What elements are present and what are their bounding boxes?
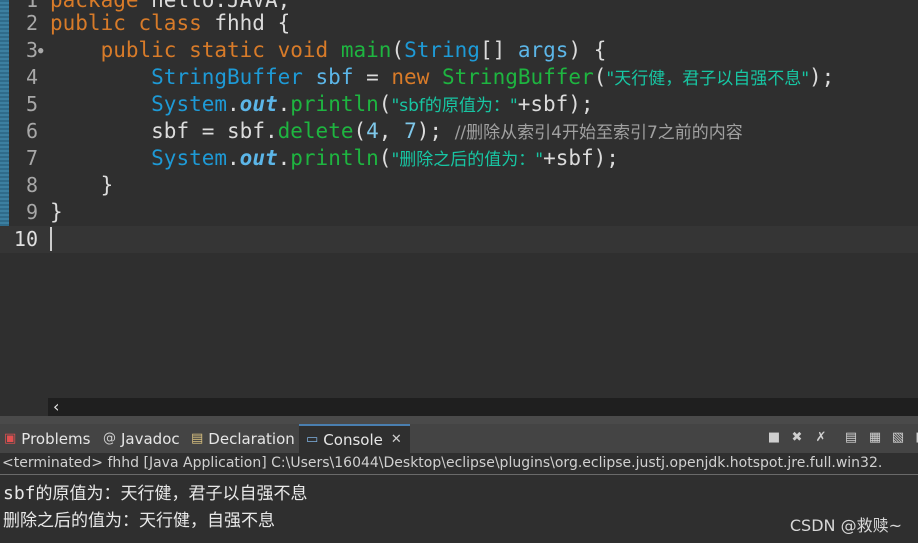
code-text: fhhd {: [201, 11, 291, 35]
tab-declaration[interactable]: ▤ Declaration: [191, 424, 295, 453]
class-name: String: [404, 38, 480, 62]
close-icon[interactable]: ✕: [391, 432, 402, 447]
code-line-2[interactable]: 2 public class fhhd {: [0, 10, 918, 37]
problems-icon: ▣: [4, 431, 17, 446]
line-number: 10: [13, 227, 38, 251]
string-literal: "sbf的原值为：": [391, 96, 518, 116]
code-text: =: [353, 65, 392, 89]
tab-label: Javadoc: [121, 429, 180, 448]
method-name: main: [340, 38, 392, 62]
keyword: void: [277, 38, 329, 62]
code-line-5[interactable]: 5 System.out.println("sbf的原值为："+sbf);: [0, 91, 918, 118]
tab-javadoc[interactable]: @ Javadoc: [103, 424, 180, 453]
console-output[interactable]: <terminated> fhhd [Java Application] C:\…: [0, 453, 918, 543]
number-literal: 7: [404, 119, 417, 143]
text-cursor: [50, 227, 52, 251]
code-line-7[interactable]: 7 System.out.println("删除之后的值为："+sbf);: [0, 145, 918, 172]
code-text: }: [100, 173, 114, 197]
static-field: out: [239, 146, 278, 170]
code-text: +sbf);: [543, 146, 619, 170]
console-icon: ▭: [306, 432, 319, 447]
remove-all-icon[interactable]: ✗: [812, 429, 830, 447]
code-text: =: [189, 119, 228, 143]
code-text: ) {: [568, 38, 607, 62]
line-number: 7: [25, 146, 38, 170]
output-line-2: 删除之后的值为：天行健，自强不息: [3, 511, 275, 531]
tab-label: Problems: [21, 429, 91, 448]
code-comment: //删除从索引4开始至索引7之前的内容: [454, 123, 743, 143]
variable: sbf: [227, 119, 265, 143]
declaration-icon: ▤: [191, 431, 204, 446]
tab-console[interactable]: ▭ Console ✕: [299, 424, 410, 453]
string-literal: "删除之后的值为：": [391, 150, 544, 170]
horizontal-scrollbar[interactable]: ‹: [48, 398, 918, 416]
keyword: public: [50, 11, 126, 35]
method-name: println: [290, 92, 379, 116]
code-line-10[interactable]: 10: [0, 226, 918, 253]
clear-console-icon[interactable]: ▤: [842, 429, 860, 447]
code-text: }: [50, 200, 63, 224]
code-text: );: [809, 65, 835, 89]
number-literal: 4: [366, 119, 379, 143]
keyword: class: [138, 11, 202, 35]
output-line-1: sbf的原值为：天行健，君子以自强不息: [3, 479, 308, 504]
variable: args: [517, 38, 569, 62]
method-name: delete: [277, 119, 354, 143]
keyword: public: [100, 38, 177, 62]
line-number: 8: [25, 173, 38, 197]
keyword: static: [189, 38, 265, 62]
scroll-left-arrow-icon[interactable]: ‹: [53, 398, 59, 416]
code-line-9[interactable]: 9 }: [0, 199, 918, 226]
output-text: 的原值为：天行健，君子以自强不息: [35, 484, 308, 504]
code-line-6[interactable]: 6 sbf = sbf.delete(4, 7); //删除从索引4开始至索引7…: [0, 118, 918, 145]
class-name: System: [151, 92, 228, 116]
eclipse-window: 1 package hello.JAVA; 2 public class fhh…: [0, 0, 918, 543]
console-divider: [0, 474, 918, 475]
output-text: sbf: [3, 483, 36, 504]
stop-icon[interactable]: ■: [765, 429, 783, 447]
keyword: new: [391, 65, 430, 89]
class-name: StringBuffer: [151, 65, 303, 89]
code-line-4[interactable]: 4 StringBuffer sbf = new StringBuffer("天…: [0, 64, 918, 91]
class-name: System: [151, 146, 228, 170]
terminated-status: <terminated> fhhd [Java Application] C:\…: [2, 455, 883, 471]
line-number: 9: [25, 200, 38, 224]
tab-label: Declaration: [208, 429, 295, 448]
javadoc-icon: @: [103, 431, 116, 446]
code-text: []: [479, 38, 518, 62]
code-text: );: [416, 119, 455, 143]
remove-launch-icon[interactable]: ✖: [788, 429, 806, 447]
panel-divider: [0, 416, 918, 424]
method-name: println: [290, 146, 379, 170]
line-number: 6: [25, 119, 38, 143]
code-line-3[interactable]: 3 ● public static void main(String[] arg…: [0, 37, 918, 64]
tab-label: Console: [323, 430, 383, 449]
code-line-8[interactable]: 8 }: [0, 172, 918, 199]
code-text: +sbf);: [517, 92, 594, 116]
line-number: 5: [25, 92, 38, 116]
variable: sbf: [151, 119, 190, 143]
static-field: out: [239, 92, 278, 116]
tab-problems[interactable]: ▣ Problems: [4, 424, 90, 453]
watermark: CSDN @救赎~: [789, 516, 902, 535]
line-number: 4: [25, 65, 38, 89]
line-number: 2: [25, 11, 38, 35]
line-number: 3: [25, 38, 38, 62]
word-wrap-icon[interactable]: ▧: [889, 429, 907, 447]
constructor: StringBuffer: [442, 65, 594, 89]
fold-marker-icon[interactable]: ●: [38, 47, 43, 56]
bottom-panel-tabs: ▣ Problems @ Javadoc ▤ Declaration ▭ Con…: [0, 424, 918, 453]
code-editor[interactable]: 1 package hello.JAVA; 2 public class fhh…: [0, 0, 918, 398]
pin-console-icon[interactable]: ▮: [910, 429, 918, 447]
string-literal: "天行健，君子以自强不息": [606, 69, 810, 89]
variable: sbf: [315, 65, 354, 89]
scroll-lock-icon[interactable]: ▦: [866, 429, 884, 447]
